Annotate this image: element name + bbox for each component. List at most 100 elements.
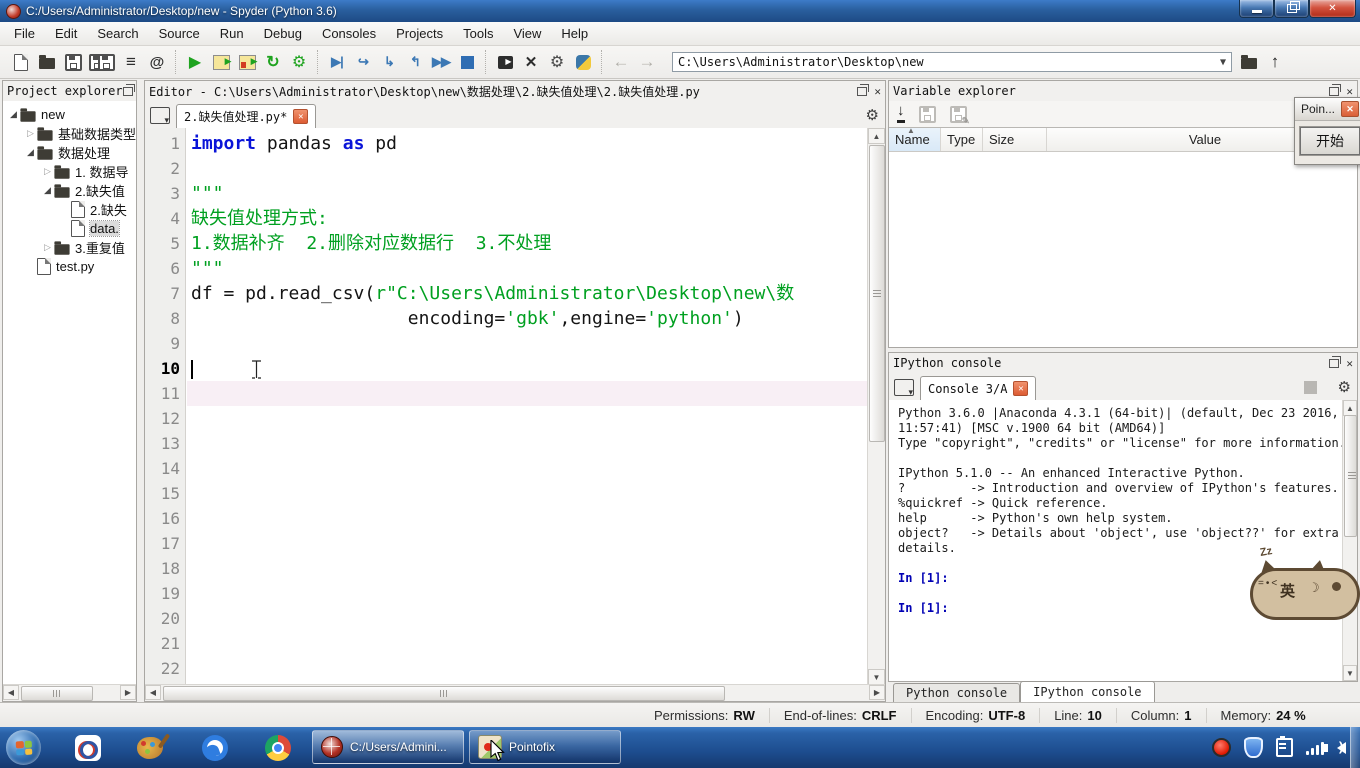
new-window-icon[interactable] [495, 51, 515, 73]
expander-collapsed-icon[interactable]: ▷ [41, 166, 54, 177]
pythonpath-manager-icon[interactable] [573, 51, 593, 73]
close-pane-icon[interactable]: ✕ [1346, 357, 1353, 370]
code-line[interactable] [187, 431, 868, 456]
menu-help[interactable]: Help [551, 23, 598, 44]
console-pane-tab-ipython-console[interactable]: IPython console [1020, 681, 1155, 702]
menu-tools[interactable]: Tools [453, 23, 503, 44]
menu-search[interactable]: Search [87, 23, 148, 44]
code-line[interactable]: import pandas as pd [187, 131, 868, 156]
tree-item[interactable]: ◢ 数据处理 [3, 143, 136, 162]
paw-icon[interactable] [1332, 582, 1341, 591]
editor-body[interactable]: 1234567891011121314151617181920212223 im… [145, 128, 885, 685]
column-type[interactable]: Type [941, 128, 983, 151]
code-line[interactable] [187, 656, 868, 681]
expander-expanded-icon[interactable]: ◢ [24, 147, 37, 158]
code-line[interactable] [187, 606, 868, 631]
network-signal-tray-icon[interactable] [1306, 741, 1324, 755]
scroll-thumb[interactable] [21, 686, 93, 701]
ime-cat-sticker[interactable]: Zz =•< 英 ☽ [1246, 545, 1360, 628]
code-line[interactable]: """ [187, 181, 868, 206]
scroll-up-icon[interactable]: ▲ [1343, 400, 1357, 416]
undock-icon[interactable] [1329, 355, 1342, 368]
code-line[interactable] [187, 406, 868, 431]
debug-stop-icon[interactable] [457, 51, 477, 73]
new-file-icon[interactable] [11, 51, 31, 73]
code-line[interactable] [187, 331, 868, 356]
editor-options-gear-icon[interactable]: ⚙ [866, 106, 879, 124]
ime-language-mode[interactable]: 英 [1280, 580, 1295, 601]
pointofix-titlebar[interactable]: Poin... ✕ [1295, 98, 1360, 121]
file-switcher-icon[interactable]: ≡ [121, 51, 141, 73]
scroll-up-icon[interactable]: ▲ [868, 128, 885, 144]
browse-directory-icon[interactable] [1239, 51, 1259, 73]
code-line[interactable]: 缺失值处理方式: [187, 206, 868, 231]
browse-tabs-icon[interactable] [150, 107, 170, 126]
forward-icon[interactable]: → [637, 51, 657, 73]
tree-item[interactable]: ◢ new [3, 105, 136, 124]
console-output[interactable]: Python 3.6.0 |Anaconda 4.3.1 (64-bit)| (… [889, 400, 1357, 681]
editor-hscrollbar[interactable]: ◀ ▶ [145, 684, 885, 701]
start-button[interactable] [6, 730, 41, 765]
rerun-cell-icon[interactable]: ↻ [263, 51, 283, 73]
run-cell-icon[interactable] [211, 51, 231, 73]
show-desktop-button[interactable] [1350, 727, 1360, 768]
open-file-icon[interactable] [37, 51, 57, 73]
menu-edit[interactable]: Edit [45, 23, 87, 44]
close-pane-icon[interactable]: ✕ [874, 85, 881, 98]
tree-item[interactable]: 2.缺失 [3, 200, 136, 219]
column-name[interactable]: Name ▲ [889, 126, 941, 151]
moon-icon[interactable]: ☽ [1308, 580, 1320, 596]
code-line[interactable] [187, 556, 868, 581]
pointofix-close-icon[interactable]: ✕ [1341, 101, 1360, 117]
expander-expanded-icon[interactable]: ◢ [41, 185, 54, 196]
debug-file-icon[interactable]: ▶| [327, 51, 347, 73]
save-all-icon[interactable] [89, 51, 115, 73]
code-line[interactable] [187, 156, 868, 181]
code-line[interactable] [187, 506, 868, 531]
code-line[interactable] [187, 531, 868, 556]
tree-item[interactable]: ▷ 基础数据类型 [3, 124, 136, 143]
console-tab[interactable]: Console 3/A ✕ [920, 376, 1037, 400]
code-line[interactable] [187, 481, 868, 506]
scroll-left-icon[interactable]: ◀ [3, 685, 19, 700]
maximize-pane-icon[interactable]: ✕ [521, 51, 541, 73]
undock-icon[interactable] [1329, 83, 1342, 96]
debug-step-out-icon[interactable]: ↰ [405, 51, 425, 73]
close-pane-icon[interactable]: ✕ [1346, 85, 1353, 98]
editor-vscrollbar[interactable]: ▲ ▼ [867, 128, 885, 685]
debug-step-icon[interactable]: ↪ [353, 51, 373, 73]
console-pane-tab-python-console[interactable]: Python console [893, 683, 1021, 702]
debug-step-into-icon[interactable]: ↳ [379, 51, 399, 73]
parent-directory-icon[interactable]: ↑ [1265, 51, 1285, 73]
code-area[interactable]: import pandas as pd """ 缺失值处理方式: 1.数据补齐 2.删… [187, 128, 868, 685]
taskbar-button-spyder[interactable]: C:/Users/Admini... [312, 730, 464, 764]
menu-debug[interactable]: Debug [254, 23, 312, 44]
restore-button[interactable] [1274, 0, 1309, 18]
code-line[interactable] [187, 456, 868, 481]
browse-tabs-icon[interactable] [894, 379, 914, 398]
quicklaunch-knot-app-icon[interactable] [72, 732, 104, 764]
run-config-icon[interactable]: ⚙ [289, 51, 309, 73]
column-size[interactable]: Size [983, 128, 1047, 151]
pointofix-start-button[interactable]: 开始 [1299, 126, 1360, 156]
menu-source[interactable]: Source [149, 23, 210, 44]
code-line[interactable] [187, 631, 868, 656]
scroll-thumb[interactable] [1344, 415, 1357, 537]
expander-collapsed-icon[interactable]: ▷ [24, 128, 37, 139]
run-cell-advance-icon[interactable] [237, 51, 257, 73]
menu-view[interactable]: View [503, 23, 551, 44]
editor-tab[interactable]: 2.缺失值处理.py* ✕ [176, 104, 317, 128]
code-line[interactable]: """ [187, 256, 868, 281]
quicklaunch-browser-icon[interactable] [199, 732, 231, 764]
expander-collapsed-icon[interactable]: ▷ [41, 242, 54, 253]
find-symbols-icon[interactable]: @ [147, 51, 167, 73]
preferences-icon[interactable]: ⚙ [547, 51, 567, 73]
close-button[interactable]: ✕ [1309, 0, 1356, 18]
console-options-gear-icon[interactable]: ⚙ [1338, 378, 1351, 396]
console-vscrollbar[interactable]: ▲ ▼ [1342, 400, 1357, 681]
scroll-right-icon[interactable]: ▶ [120, 685, 136, 700]
save-icon[interactable] [63, 51, 83, 73]
menu-projects[interactable]: Projects [386, 23, 453, 44]
project-hscrollbar[interactable]: ◀ ▶ [3, 684, 136, 701]
code-line[interactable]: df = pd.read_csv(r"C:\Users\Administrato… [187, 281, 868, 306]
